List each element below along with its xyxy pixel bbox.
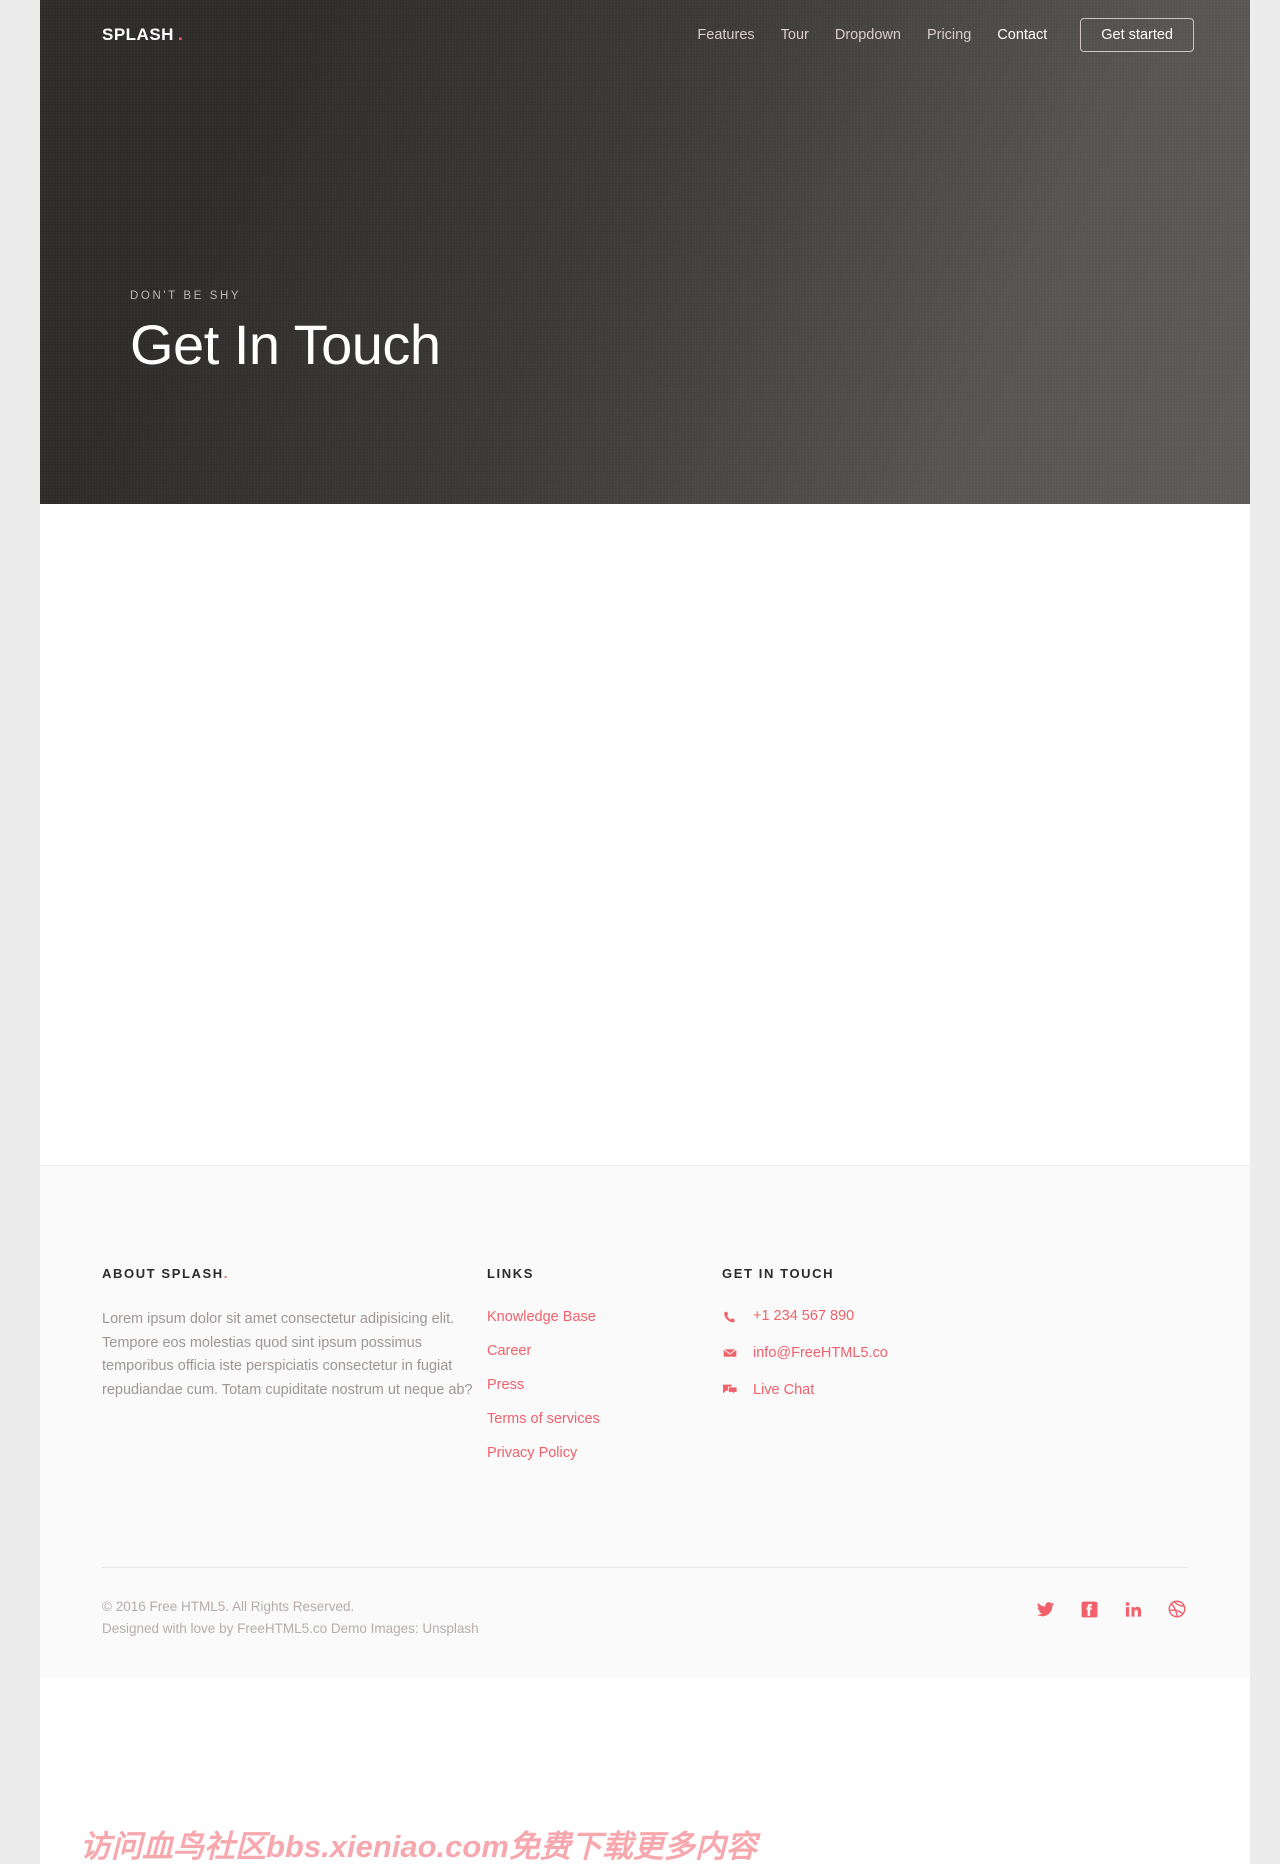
twitter-icon[interactable] [1034,1598,1056,1620]
footer-bottom: © 2016 Free HTML5. All Rights Reserved. … [102,1568,1188,1678]
list-item: info@FreeHTML5.co [722,1345,888,1361]
footer-col-links: LINKS Knowledge Base Career Press Terms … [487,1266,722,1462]
page-root: SPLASH. Features Tour Dropdown Pricing C… [40,0,1250,1864]
footer-link-privacy[interactable]: Privacy Policy [487,1445,577,1461]
nav-item-contact[interactable]: Contact [984,28,1060,43]
about-heading-text: ABOUT SPLASH [102,1266,224,1281]
nav-item-pricing[interactable]: Pricing [914,28,984,43]
contact-content-area [40,504,1250,1165]
footer-columns: ABOUT SPLASH. Lorem ipsum dolor sit amet… [102,1266,1188,1462]
about-text: Lorem ipsum dolor sit amet consectetur a… [102,1311,473,1398]
linkedin-icon[interactable] [1122,1598,1144,1620]
copyright: © 2016 Free HTML5. All Rights Reserved. … [102,1596,479,1640]
copyright-line-2: Designed with love by FreeHTML5.co Demo … [102,1621,479,1636]
hero-section: SPLASH. Features Tour Dropdown Pricing C… [40,0,1250,504]
list-item: Live Chat [722,1382,888,1398]
get-started-button[interactable]: Get started [1080,17,1194,53]
list-item: +1 234 567 890 [722,1308,888,1324]
about-heading-dot: . [223,1266,229,1281]
facebook-icon[interactable] [1078,1598,1100,1620]
contact-email[interactable]: info@FreeHTML5.co [753,1345,888,1361]
phone-icon [722,1309,744,1324]
brand-dot: . [177,25,184,44]
list-item: Career [487,1342,722,1360]
page-title: Get In Touch [130,313,441,376]
hero-copy: DON'T BE SHY Get In Touch [130,290,441,375]
envelope-icon [722,1345,744,1361]
nav-item-dropdown[interactable]: Dropdown [822,28,914,43]
get-in-touch-heading: GET IN TOUCH [722,1266,835,1281]
footer-col-get-in-touch: GET IN TOUCH +1 234 567 890 info@FreeHTM… [722,1266,888,1398]
brand-name: SPLASH [102,25,174,44]
dribbble-icon[interactable] [1166,1598,1188,1620]
main-navbar: SPLASH. Features Tour Dropdown Pricing C… [40,0,1250,70]
chat-icon [722,1382,744,1398]
footer-link-press[interactable]: Press [487,1377,524,1393]
nav-links: Features Tour Dropdown Pricing Contact G… [684,17,1194,53]
brand-logo[interactable]: SPLASH. [102,25,183,45]
site-footer: ABOUT SPLASH. Lorem ipsum dolor sit amet… [40,1165,1250,1678]
footer-col-about: ABOUT SPLASH. Lorem ipsum dolor sit amet… [102,1266,487,1402]
list-item: Press [487,1376,722,1394]
footer-link-career[interactable]: Career [487,1343,531,1359]
footer-link-list: Knowledge Base Career Press Terms of ser… [487,1308,722,1462]
nav-item-tour[interactable]: Tour [768,28,822,43]
copyright-line-1: © 2016 Free HTML5. All Rights Reserved. [102,1599,355,1614]
nav-item-features[interactable]: Features [684,28,767,43]
links-heading: LINKS [487,1266,534,1281]
contact-phone[interactable]: +1 234 567 890 [753,1308,854,1324]
list-item: Knowledge Base [487,1308,722,1326]
contact-list: +1 234 567 890 info@FreeHTML5.co Live Ch… [722,1308,888,1398]
list-item: Privacy Policy [487,1444,722,1462]
social-links [1034,1596,1188,1620]
about-heading: ABOUT SPLASH. [102,1266,487,1281]
contact-live-chat[interactable]: Live Chat [753,1382,814,1398]
footer-link-knowledge-base[interactable]: Knowledge Base [487,1309,596,1325]
watermark-overlay: 访问血鸟社区bbs.xieniao.com免费下载更多内容 [80,1829,757,1861]
hero-eyebrow: DON'T BE SHY [130,290,242,302]
footer-link-terms[interactable]: Terms of services [487,1411,600,1427]
list-item: Terms of services [487,1410,722,1428]
